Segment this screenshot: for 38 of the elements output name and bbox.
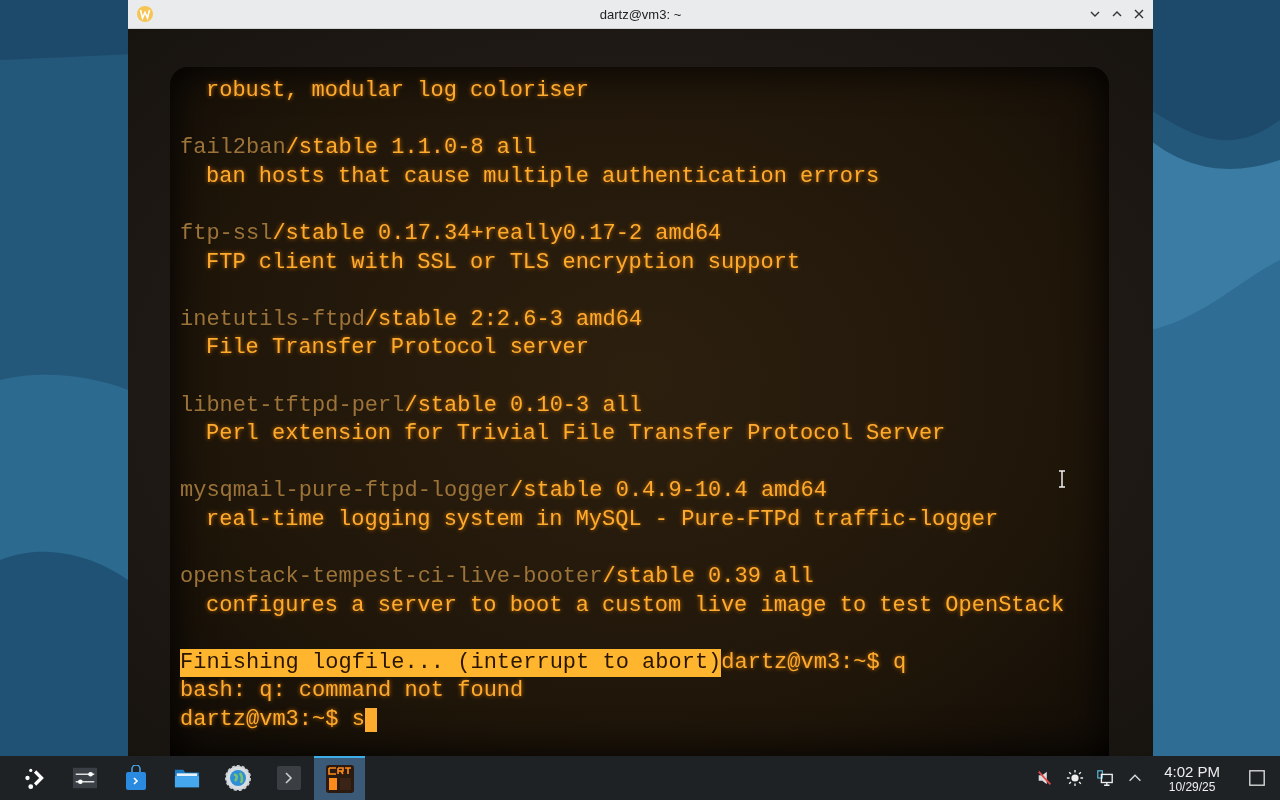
package-description: ban hosts that cause multiple authentication errors bbox=[206, 162, 880, 191]
app-icon bbox=[136, 5, 154, 23]
text-cursor-icon bbox=[1058, 470, 1066, 488]
package-name: libnet-tftpd-perl bbox=[180, 391, 405, 420]
package-description: FTP client with SSL or TLS encryption support bbox=[206, 248, 801, 277]
close-icon[interactable] bbox=[1133, 8, 1145, 20]
package-info: /stable 0.17.34+really0.17-2 amd64 bbox=[272, 219, 722, 248]
highlighted-status: Finishing logfile... (interrupt to abort) bbox=[180, 648, 722, 678]
package-info: /stable 2:2.6-3 amd64 bbox=[364, 305, 643, 334]
package-name: openstack-tempest-ci-live-booter bbox=[180, 563, 603, 592]
prompt-line: dartz@vm3:~$ s bbox=[180, 706, 365, 735]
package-name: ftp-ssl bbox=[180, 219, 273, 248]
package-name: mysqmail-pure-ftpd-logger bbox=[180, 477, 511, 506]
package-description: File Transfer Protocol server bbox=[206, 334, 589, 363]
package-description: Perl extension for Trivial File Transfer Protocol Server bbox=[206, 420, 946, 449]
clock[interactable]: 4:02 PM 10/29/25 bbox=[1156, 762, 1228, 794]
taskbar-button[interactable] bbox=[314, 756, 365, 800]
window-title: dartz@vm3: ~ bbox=[598, 6, 683, 22]
clock-time: 4:02 PM bbox=[1164, 762, 1220, 780]
prompt-line: dartz@vm3:~$ q bbox=[721, 648, 907, 677]
package-info: /stable 0.39 all bbox=[602, 563, 814, 592]
package-info: /stable 1.1.0-8 all bbox=[285, 134, 537, 163]
package-name: fail2ban bbox=[180, 134, 286, 163]
command-output: bash: q: command not found bbox=[180, 677, 524, 706]
package-name: inetutils-ftpd bbox=[180, 305, 365, 334]
sliders-icon bbox=[71, 765, 98, 791]
brightness-icon[interactable] bbox=[1066, 769, 1085, 787]
package-description: robust, modular log coloriser bbox=[206, 77, 589, 105]
package-description: configures a server to boot a custom live image to test OpenStack bbox=[206, 591, 1065, 620]
crt-app-icon bbox=[324, 764, 355, 794]
package-info: /stable 0.4.9-10.4 amd64 bbox=[510, 477, 827, 506]
clock-date: 10/29/25 bbox=[1168, 779, 1216, 794]
globe-gear-icon bbox=[224, 765, 251, 791]
package-info: /stable 0.10-3 all bbox=[404, 391, 643, 420]
terminal-icon bbox=[275, 765, 302, 791]
show-desktop-icon[interactable] bbox=[1248, 769, 1266, 787]
network-icon[interactable] bbox=[1096, 769, 1115, 787]
package-description: real-time logging system in MySQL - Pure-FTPd traffic-logger bbox=[206, 505, 999, 534]
